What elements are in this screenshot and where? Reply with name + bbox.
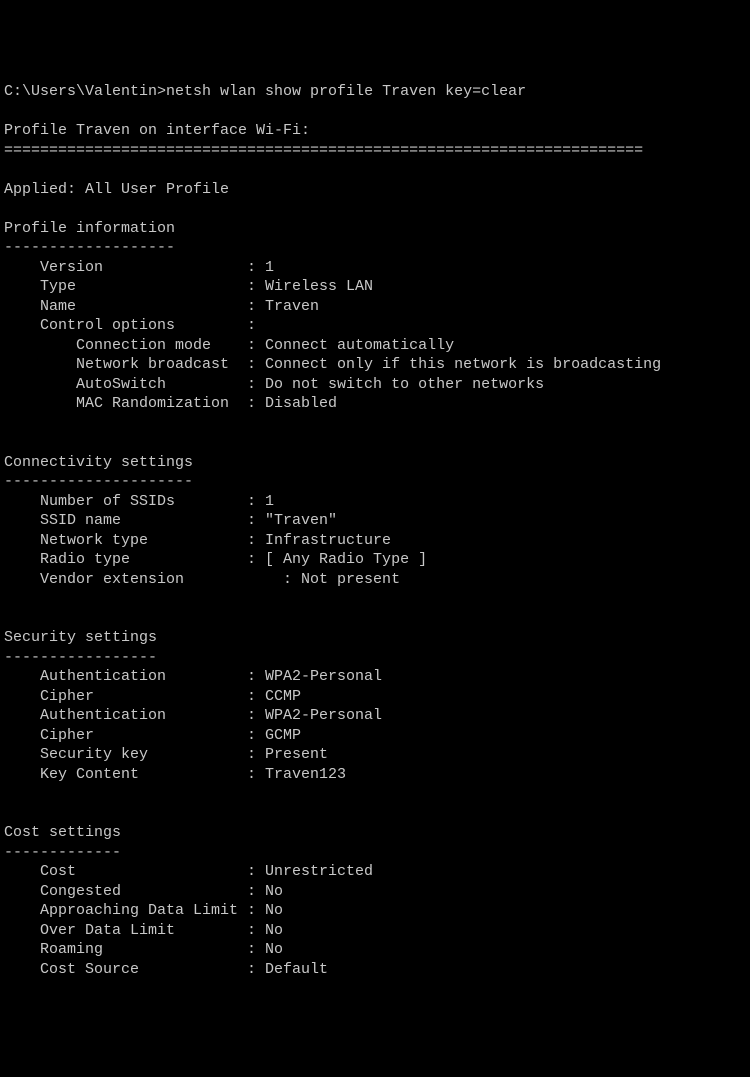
section-profile-info: Profile information ------------------- … bbox=[4, 220, 661, 413]
terminal-output: C:\Users\Valentin>netsh wlan show profil… bbox=[4, 82, 746, 979]
command: netsh wlan show profile Traven key=clear bbox=[166, 83, 526, 100]
profile-header: Profile Traven on interface Wi-Fi: bbox=[4, 122, 310, 139]
section-connectivity: Connectivity settings ------------------… bbox=[4, 454, 427, 588]
section-security: Security settings ----------------- Auth… bbox=[4, 629, 382, 783]
prompt-line: C:\Users\Valentin>netsh wlan show profil… bbox=[4, 83, 526, 100]
divider: ========================================… bbox=[4, 142, 643, 159]
section-cost: Cost settings ------------- Cost : Unres… bbox=[4, 824, 373, 978]
applied-line: Applied: All User Profile bbox=[4, 181, 229, 198]
prompt: C:\Users\Valentin> bbox=[4, 83, 166, 100]
